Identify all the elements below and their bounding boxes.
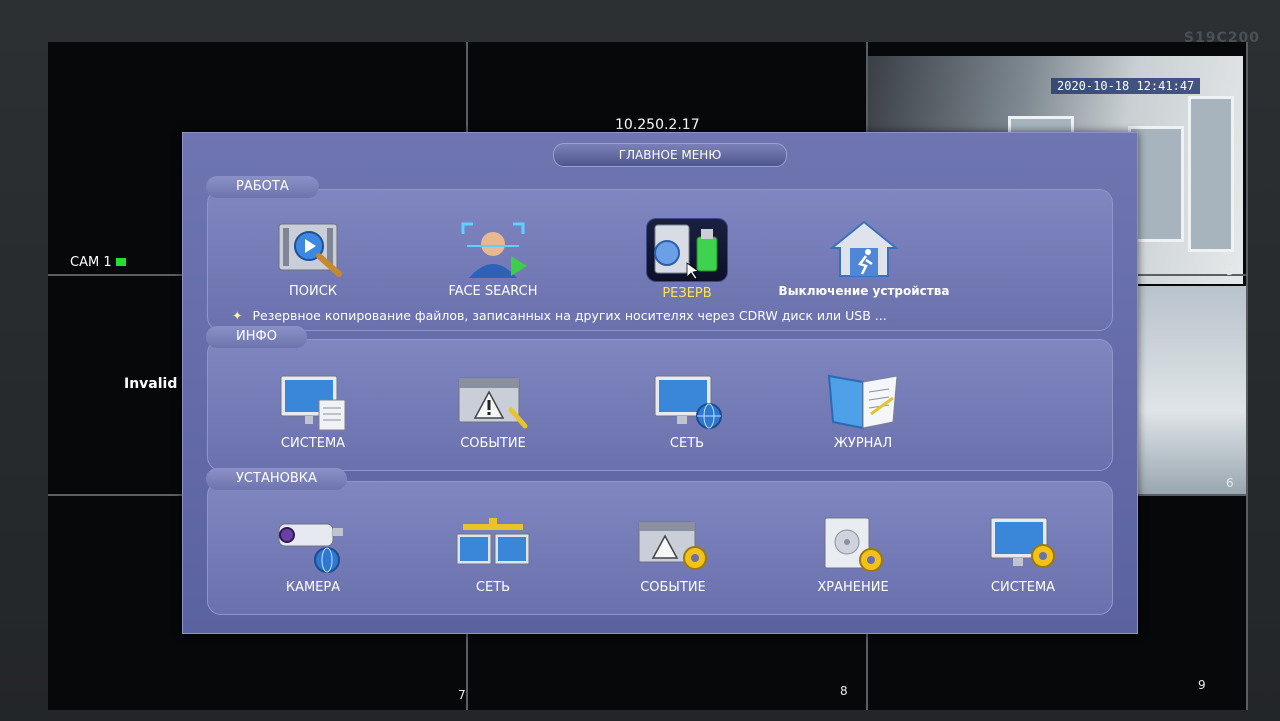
section-setup-title: УСТАНОВКА bbox=[206, 468, 347, 490]
menu-item-setup-camera[interactable]: КАМЕРА bbox=[238, 514, 388, 595]
event-warning-icon bbox=[453, 370, 533, 432]
menu-item-setup-storage[interactable]: ХРАНЕНИЕ bbox=[778, 514, 928, 595]
network-setup-icon bbox=[453, 514, 533, 576]
main-menu-window: ГЛАВНОЕ МЕНЮ РАБОТА ПОИСК FACE SEARCH РЕ… bbox=[182, 132, 1138, 634]
shutdown-house-icon bbox=[824, 218, 904, 280]
menu-item-setup-system-label: СИСТЕМА bbox=[990, 580, 1056, 595]
face-search-icon bbox=[453, 218, 533, 280]
menu-item-backup-label: РЕЗЕРВ bbox=[662, 286, 712, 301]
journal-book-icon bbox=[823, 370, 903, 432]
lightbulb-icon: ✦ bbox=[232, 308, 243, 323]
menu-item-info-journal-label: ЖУРНАЛ bbox=[833, 436, 893, 451]
cell-number-8: 8 bbox=[840, 684, 848, 698]
ip-address-label: 10.250.2.17 bbox=[615, 117, 700, 133]
menu-item-setup-system[interactable]: СИСТЕМА bbox=[948, 514, 1098, 595]
menu-item-setup-network-label: СЕТЬ bbox=[475, 580, 511, 595]
menu-item-info-journal[interactable]: ЖУРНАЛ bbox=[788, 370, 938, 451]
menu-item-info-network-label: СЕТЬ bbox=[669, 436, 705, 451]
section-info: ИНФО СИСТЕМА СОБЫТИЕ СЕТЬ ЖУРНАЛ bbox=[206, 326, 1113, 471]
menu-item-info-system-label: СИСТЕМА bbox=[280, 436, 346, 451]
menu-item-info-event[interactable]: СОБЫТИЕ bbox=[418, 370, 568, 451]
section-work-title: РАБОТА bbox=[206, 176, 319, 198]
camera-timestamp: 2020-10-18 12:41:47 bbox=[1051, 78, 1201, 94]
menu-item-setup-camera-label: КАМЕРА bbox=[285, 580, 341, 595]
backup-usb-icon bbox=[646, 218, 728, 282]
menu-item-info-network[interactable]: СЕТЬ bbox=[612, 370, 762, 451]
film-search-icon bbox=[273, 218, 353, 280]
system-info-icon bbox=[273, 370, 353, 432]
network-globe-icon bbox=[647, 370, 727, 432]
section-work: РАБОТА ПОИСК FACE SEARCH РЕЗЕРВ Выключен… bbox=[206, 176, 1113, 331]
camera-name-label: CAM 1 bbox=[70, 255, 126, 270]
menu-item-shutdown[interactable]: Выключение устройства bbox=[764, 218, 964, 298]
invalid-signal-label: Invalid bbox=[124, 376, 178, 392]
camera-name-text: CAM 1 bbox=[70, 255, 112, 270]
event-setup-icon bbox=[633, 514, 713, 576]
section-info-title: ИНФО bbox=[206, 326, 307, 348]
menu-item-setup-event-label: СОБЫТИЕ bbox=[640, 580, 706, 595]
menu-item-search[interactable]: ПОИСК bbox=[238, 218, 388, 299]
menu-item-search-label: ПОИСК bbox=[288, 284, 338, 299]
system-setup-icon bbox=[983, 514, 1063, 576]
menu-item-setup-network[interactable]: СЕТЬ bbox=[418, 514, 568, 595]
menu-item-info-event-label: СОБЫТИЕ bbox=[460, 436, 526, 451]
camera-setup-icon bbox=[273, 514, 353, 576]
menu-item-face-search[interactable]: FACE SEARCH bbox=[418, 218, 568, 299]
grid-divider bbox=[1246, 42, 1248, 710]
menu-hint-text: Резервное копирование файлов, записанных… bbox=[252, 308, 887, 323]
menu-item-setup-storage-label: ХРАНЕНИЕ bbox=[817, 580, 889, 595]
menu-hint: ✦ Резервное копирование файлов, записанны… bbox=[232, 308, 887, 323]
menu-item-shutdown-label: Выключение устройства bbox=[778, 284, 950, 298]
storage-setup-icon bbox=[813, 514, 893, 576]
menu-item-backup[interactable]: РЕЗЕРВ bbox=[612, 218, 762, 301]
cell-number-6: 6 bbox=[1226, 476, 1234, 490]
main-menu-title: ГЛАВНОЕ МЕНЮ bbox=[553, 143, 787, 167]
record-indicator-icon bbox=[115, 258, 126, 266]
menu-item-info-system[interactable]: СИСТЕМА bbox=[238, 370, 388, 451]
feed-window bbox=[1188, 96, 1234, 252]
menu-item-setup-event[interactable]: СОБЫТИЕ bbox=[598, 514, 748, 595]
cell-number-3: 3 bbox=[1226, 264, 1234, 278]
cell-number-7: 7 bbox=[458, 688, 466, 702]
cell-number-9: 9 bbox=[1198, 678, 1206, 692]
section-setup: УСТАНОВКА КАМЕРА СЕТЬ СОБЫТИЕ ХРАНЕНИЕ С… bbox=[206, 468, 1113, 615]
menu-item-face-search-label: FACE SEARCH bbox=[448, 284, 538, 299]
